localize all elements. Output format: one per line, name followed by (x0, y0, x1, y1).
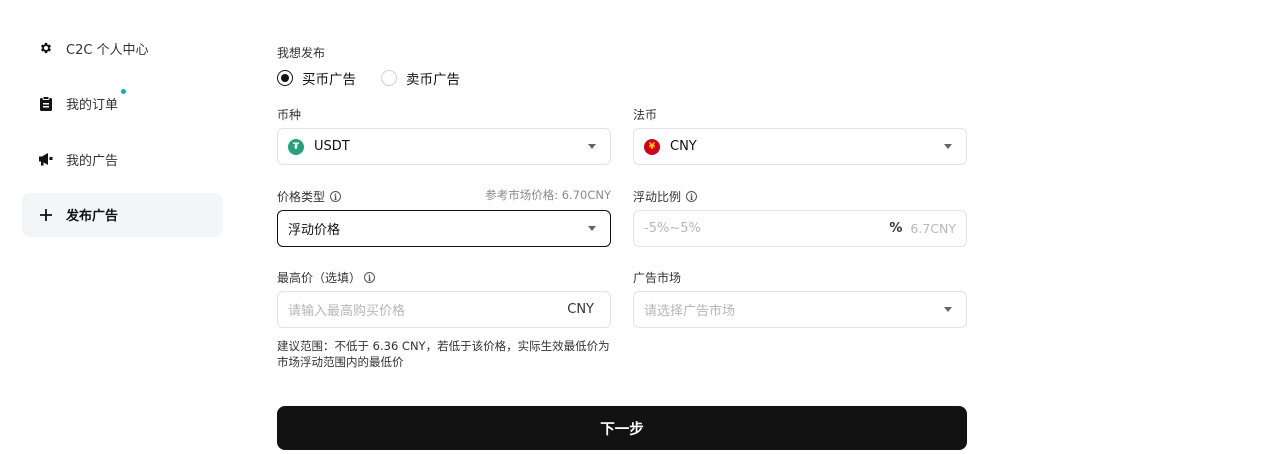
ad-market-label: 广告市场 (633, 271, 682, 285)
float-price-preview: 6.7CNY (910, 221, 956, 236)
publish-type-label: 我想发布 (277, 46, 326, 60)
clipboard-icon (38, 96, 54, 112)
yuan-icon: ¥ (644, 138, 660, 155)
publish-type-radio-group: 买币广告 卖币广告 (277, 68, 485, 88)
tether-icon: ₮ (288, 138, 304, 155)
sidebar-item-my-ads[interactable]: 我的广告 (22, 137, 223, 181)
gear-icon (38, 40, 54, 56)
fiat-label: 法币 (633, 108, 658, 122)
info-icon[interactable]: i (330, 191, 342, 202)
radio-sell-ad[interactable]: 卖币广告 (381, 68, 460, 88)
radio-circle (277, 70, 293, 86)
sidebar-item-label-text: 我的订单 (66, 98, 119, 113)
max-price-label-text: 最高价（选填） (277, 271, 362, 285)
percent-unit: % (889, 221, 903, 236)
coin-label: 币种 (277, 108, 302, 122)
price-type-select[interactable]: 浮动价格 (277, 210, 611, 247)
coin-select[interactable]: ₮ USDT (277, 128, 611, 165)
float-ratio-label: 浮动比例 i (633, 188, 698, 205)
radio-label: 买币广告 (302, 72, 356, 88)
max-price-placeholder: 请输入最高购买价格 (288, 304, 406, 319)
radio-circle (381, 70, 397, 86)
max-price-input[interactable]: 请输入最高购买价格 CNY (277, 291, 611, 328)
sidebar-item-label: 我的订单 (66, 89, 127, 113)
sidebar-item-my-orders[interactable]: 我的订单 (22, 82, 223, 126)
sidebar-item-label: 发布广告 (66, 209, 119, 224)
price-type-label: 价格类型 i (277, 188, 342, 205)
currency-unit: CNY (567, 302, 594, 317)
next-step-button[interactable]: 下一步 (277, 406, 967, 450)
chevron-down-icon (588, 144, 596, 149)
info-icon[interactable]: i (364, 272, 376, 283)
price-range-hint: 建议范围：不低于 6.36 CNY，若低于该价格，实际生效最低价为市场浮动范围内… (277, 339, 610, 369)
sidebar-item-post-ad[interactable]: 发布广告 (22, 192, 223, 237)
coin-value: USDT (314, 139, 350, 154)
notification-dot (121, 89, 127, 94)
radio-label: 卖币广告 (406, 72, 460, 88)
float-ratio-input[interactable]: -5%~5% % 6.7CNY (633, 210, 967, 247)
fiat-select[interactable]: ¥ CNY (633, 128, 967, 165)
float-ratio-label-text: 浮动比例 (633, 190, 682, 204)
chevron-down-icon (588, 226, 596, 231)
price-type-label-text: 价格类型 (277, 190, 326, 204)
plus-icon (38, 207, 54, 223)
sidebar: C2C 个人中心 我的订单 我的广告 发布广告 (22, 20, 223, 248)
sidebar-item-c2c-center[interactable]: C2C 个人中心 (22, 26, 223, 70)
radio-buy-ad[interactable]: 买币广告 (277, 68, 356, 88)
chevron-down-icon (944, 307, 952, 312)
fiat-value: CNY (670, 139, 697, 154)
chevron-down-icon (944, 144, 952, 149)
info-icon[interactable]: i (686, 191, 698, 202)
sidebar-item-label: 我的广告 (66, 153, 119, 169)
ad-market-select[interactable]: 请选择广告市场 (633, 291, 967, 328)
max-price-label: 最高价（选填） i (277, 269, 376, 286)
ad-market-placeholder: 请选择广告市场 (644, 304, 736, 319)
reference-price: 参考市场价格: 6.70CNY (485, 188, 611, 202)
float-ratio-placeholder: -5%~5% (644, 221, 701, 236)
sidebar-item-label: C2C 个人中心 (66, 42, 149, 58)
megaphone-icon (38, 151, 54, 167)
price-type-value: 浮动价格 (288, 223, 341, 238)
